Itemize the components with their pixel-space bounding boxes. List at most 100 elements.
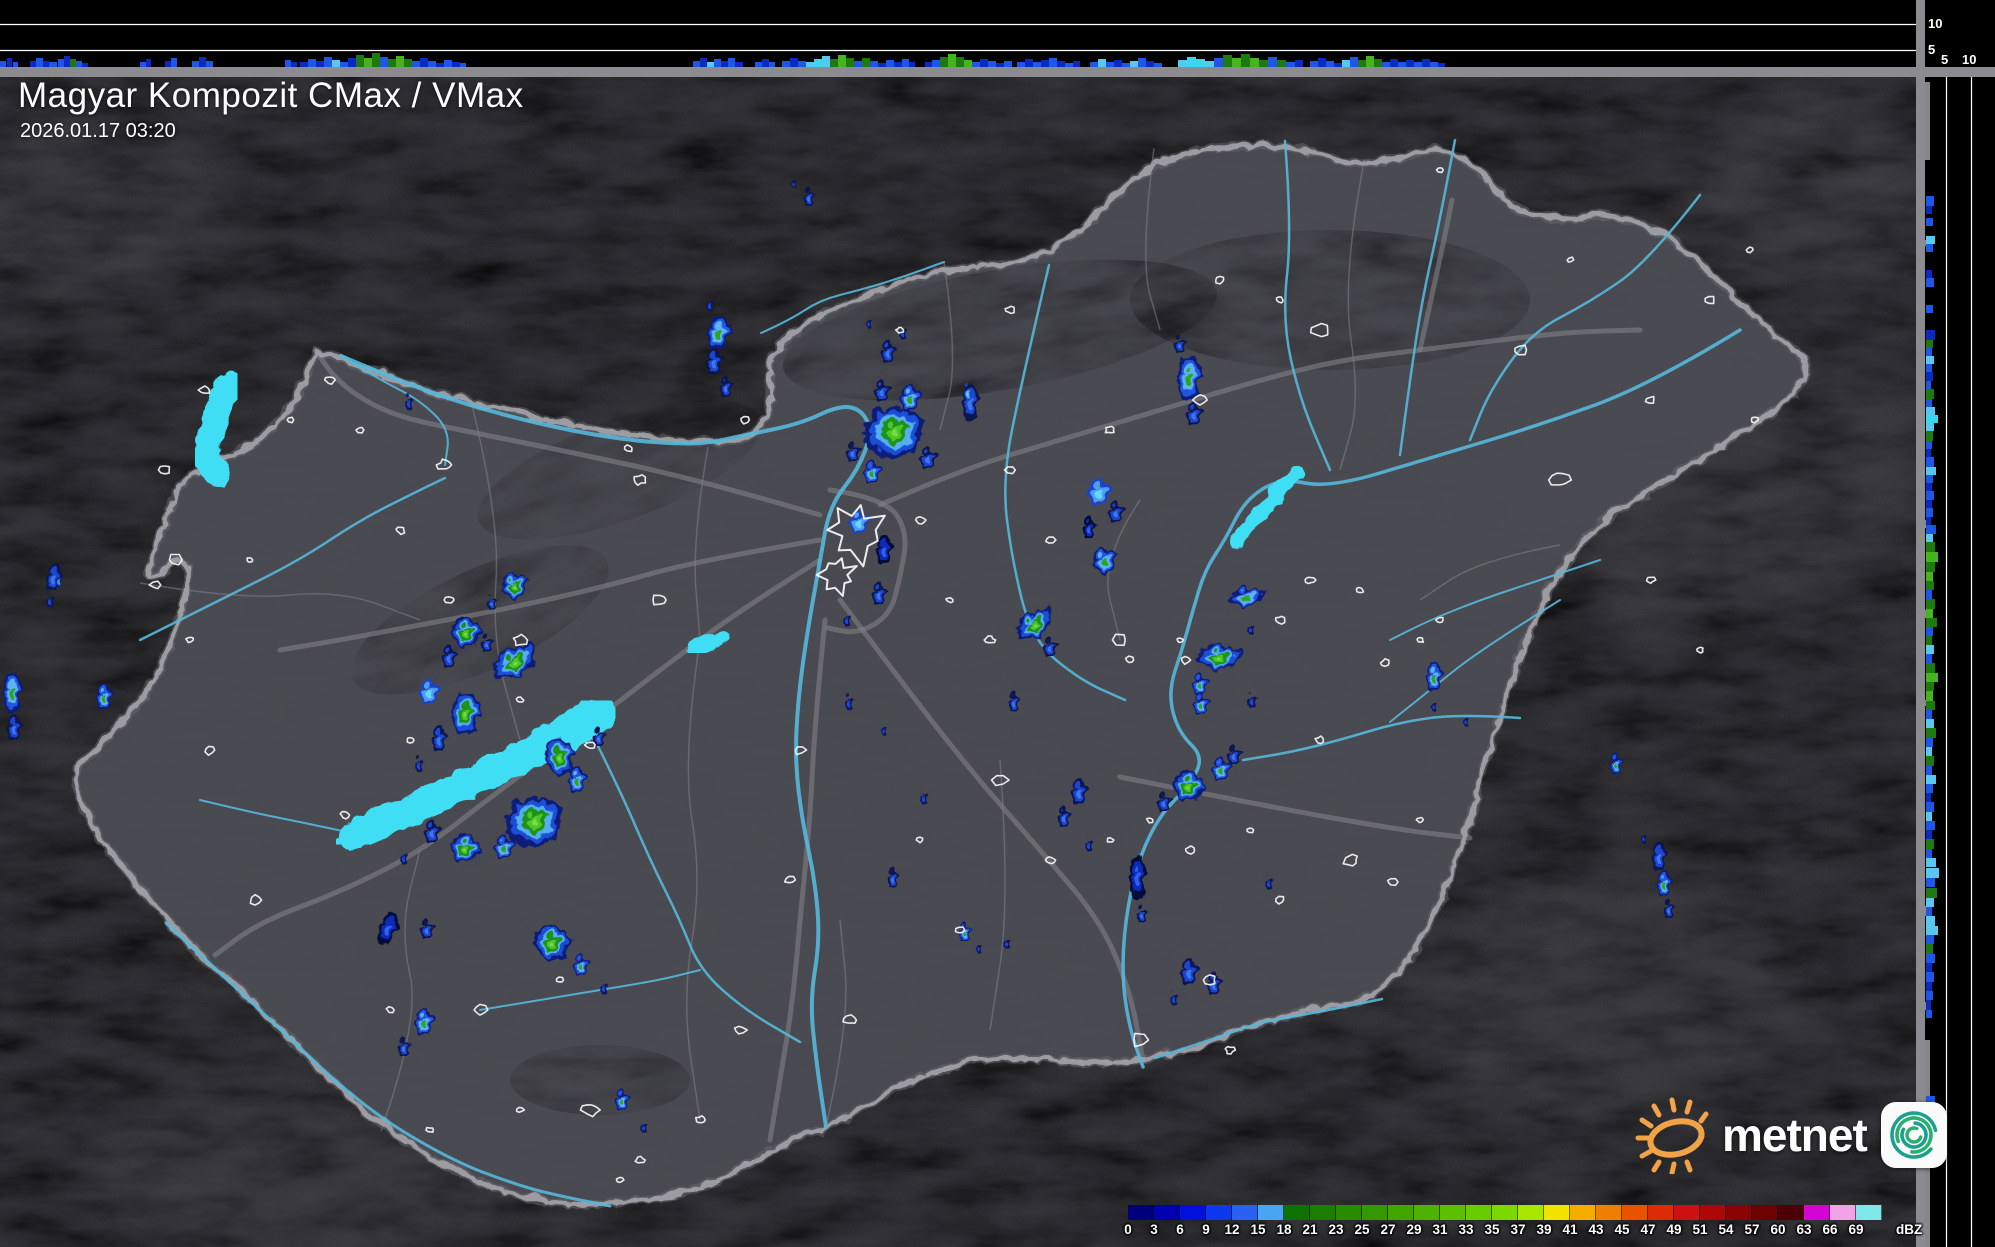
radar-echo bbox=[971, 940, 979, 950]
legend-cell bbox=[1180, 1205, 1206, 1220]
legend-cell bbox=[1362, 1205, 1388, 1220]
radar-echo bbox=[869, 380, 887, 398]
legend-cell bbox=[1284, 1205, 1310, 1220]
radar-echo bbox=[415, 919, 431, 935]
radar-echo bbox=[1421, 661, 1439, 689]
legend-tick: 69 bbox=[1848, 1222, 1863, 1237]
radar-echo bbox=[799, 187, 811, 203]
radar-echo bbox=[1242, 692, 1254, 704]
radar-echo bbox=[858, 460, 878, 480]
radar-echo bbox=[1659, 899, 1671, 915]
legend-tick: 41 bbox=[1562, 1222, 1577, 1237]
radar-echo bbox=[1081, 478, 1109, 502]
radar-echo bbox=[2, 714, 18, 738]
radar-echo bbox=[1124, 853, 1142, 897]
metnet-app-icon bbox=[1881, 1102, 1947, 1168]
legend-cell bbox=[1492, 1205, 1518, 1220]
legend-cell bbox=[1154, 1205, 1180, 1220]
right-strip-height-label-10: 10 bbox=[1962, 52, 1976, 67]
radar-echo bbox=[876, 722, 884, 732]
radar-echo bbox=[400, 393, 410, 407]
radar-echo bbox=[1165, 990, 1175, 1002]
lake-kis-balaton bbox=[342, 836, 356, 842]
legend-tick: 9 bbox=[1202, 1222, 1210, 1237]
radar-echo bbox=[419, 820, 437, 840]
radar-echo bbox=[610, 1089, 626, 1107]
legend-tick: 0 bbox=[1124, 1222, 1132, 1237]
radar-echo bbox=[1132, 905, 1144, 919]
legend-tick: 47 bbox=[1640, 1222, 1655, 1237]
legend-cell bbox=[1570, 1205, 1596, 1220]
legend-cell bbox=[1336, 1205, 1362, 1220]
radar-echo bbox=[427, 725, 443, 749]
radar-echo bbox=[876, 340, 892, 360]
radar-echo bbox=[1181, 402, 1199, 422]
radar-echo bbox=[1169, 335, 1183, 349]
legend-tick: 66 bbox=[1822, 1222, 1837, 1237]
logo-wordmark: metnet bbox=[1722, 1108, 1867, 1162]
radar-echo bbox=[1260, 874, 1270, 886]
radar-echo bbox=[1004, 691, 1016, 709]
radar-echo bbox=[1053, 806, 1067, 824]
vertical-separator bbox=[1916, 0, 1925, 1247]
radar-echo bbox=[998, 935, 1008, 945]
radar-viewer: Magyar Kompozit CMax / VMax 2026.01.17 0… bbox=[0, 0, 1995, 1247]
radar-echo bbox=[1652, 870, 1668, 894]
legend-tick: 12 bbox=[1224, 1222, 1239, 1237]
radar-echo bbox=[437, 645, 453, 665]
radar-echo bbox=[635, 1119, 645, 1129]
legend-tick: 21 bbox=[1302, 1222, 1317, 1237]
legend-tick: 63 bbox=[1796, 1222, 1811, 1237]
radar-echo bbox=[413, 679, 437, 701]
legend-tick: 29 bbox=[1406, 1222, 1421, 1237]
legend-tick: 49 bbox=[1666, 1222, 1681, 1237]
radar-echo bbox=[568, 954, 586, 972]
radar-echo bbox=[786, 176, 794, 184]
radar-echo bbox=[1636, 830, 1644, 840]
legend-tick: 25 bbox=[1354, 1222, 1369, 1237]
legend-unit: dBZ bbox=[1896, 1222, 1922, 1237]
legend-cell bbox=[1596, 1205, 1622, 1220]
legend-cell bbox=[1648, 1205, 1674, 1220]
radar-echo bbox=[1206, 757, 1228, 777]
radar-echo bbox=[91, 683, 109, 707]
radar-echo bbox=[1078, 516, 1092, 536]
top-profile-strip bbox=[0, 0, 1916, 67]
legend-cell bbox=[1804, 1205, 1830, 1220]
timestamp: 2026.01.17 03:20 bbox=[20, 120, 176, 143]
legend-cell bbox=[1674, 1205, 1700, 1220]
legend-cell bbox=[1258, 1205, 1284, 1220]
radar-echo bbox=[1605, 753, 1619, 771]
radar-echo bbox=[1222, 745, 1238, 761]
legend-cell bbox=[1518, 1205, 1544, 1220]
radar-echo bbox=[1175, 958, 1195, 982]
radar-echo bbox=[41, 592, 51, 604]
radar-echo bbox=[1066, 778, 1084, 802]
radar-echo bbox=[883, 867, 895, 885]
legend-cell bbox=[1440, 1205, 1466, 1220]
radar-echo bbox=[595, 979, 605, 991]
radar-echo bbox=[838, 611, 848, 623]
radar-echo bbox=[840, 693, 850, 707]
radar-echo bbox=[409, 1008, 431, 1032]
legend-cell bbox=[1466, 1205, 1492, 1220]
right-strip-height-label-5: 5 bbox=[1941, 52, 1948, 67]
legend-tick: 57 bbox=[1744, 1222, 1759, 1237]
radar-echo bbox=[1038, 637, 1054, 653]
legend-tick: 35 bbox=[1484, 1222, 1499, 1237]
legend-tick: 45 bbox=[1614, 1222, 1629, 1237]
sun-icon bbox=[1628, 1096, 1720, 1174]
legend-tick: 27 bbox=[1380, 1222, 1395, 1237]
legend-tick: 3 bbox=[1150, 1222, 1158, 1237]
legend-tick: 51 bbox=[1692, 1222, 1707, 1237]
legend-cell bbox=[1752, 1205, 1778, 1220]
radar-echo bbox=[1242, 621, 1252, 631]
legend-tick: 39 bbox=[1536, 1222, 1551, 1237]
radar-echo bbox=[393, 1037, 407, 1053]
radar-echo bbox=[588, 727, 602, 743]
legend-tick: 33 bbox=[1458, 1222, 1473, 1237]
legend-cell bbox=[1856, 1205, 1882, 1220]
legend-cell bbox=[1830, 1205, 1856, 1220]
radar-echo bbox=[841, 442, 857, 458]
radar-echo bbox=[701, 348, 719, 372]
